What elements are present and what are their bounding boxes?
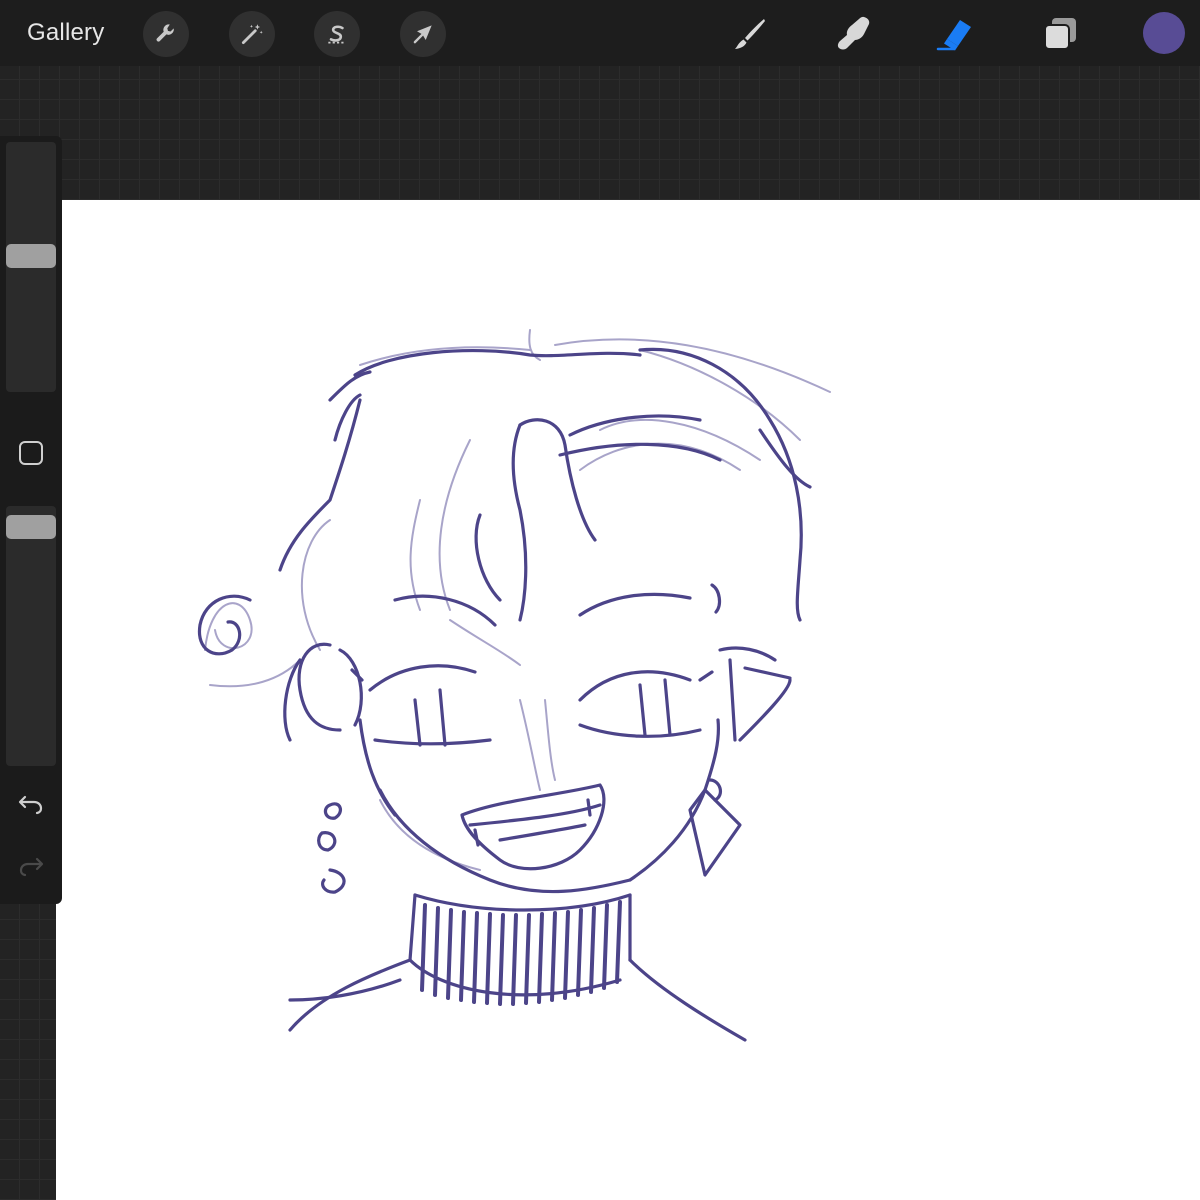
- redo-button[interactable]: [16, 851, 46, 881]
- undo-button[interactable]: [16, 789, 46, 819]
- redo-icon: [19, 857, 44, 877]
- magic-wand-icon: [241, 24, 263, 45]
- drawing-canvas[interactable]: [56, 200, 1200, 1200]
- wrench-icon: [156, 24, 174, 42]
- smudge-tool-button[interactable]: [829, 10, 877, 58]
- opacity-thumb[interactable]: [6, 515, 56, 539]
- selection-button[interactable]: [314, 11, 360, 57]
- color-swatch-button[interactable]: [1143, 12, 1185, 54]
- top-toolbar: Gallery: [0, 0, 1200, 66]
- procreate-workspace: Gallery: [0, 0, 1200, 1200]
- brush-icon: [735, 19, 765, 49]
- gallery-button[interactable]: Gallery: [27, 18, 104, 48]
- layers-button[interactable]: [1036, 10, 1084, 58]
- square-modify-icon: [19, 441, 43, 465]
- smudge-finger-icon: [837, 16, 870, 50]
- left-sidebar: [0, 136, 62, 904]
- modify-button[interactable]: [17, 439, 45, 467]
- layers-icon: [1044, 18, 1076, 50]
- brush-size-slider[interactable]: [6, 142, 56, 392]
- hair-light-strokes: [204, 329, 831, 871]
- brush-size-thumb[interactable]: [6, 244, 56, 268]
- opacity-slider[interactable]: [6, 506, 56, 766]
- actions-button[interactable]: [143, 11, 189, 57]
- main-strokes: [197, 347, 812, 1042]
- transform-button[interactable]: [400, 11, 446, 57]
- turtleneck-ribbing: [420, 900, 622, 1006]
- selection-s-icon: [328, 25, 346, 44]
- adjustments-button[interactable]: [229, 11, 275, 57]
- undo-icon: [18, 795, 43, 815]
- eraser-tool-button[interactable]: [932, 10, 980, 58]
- character-sketch: [197, 329, 831, 1042]
- eraser-icon: [936, 20, 971, 51]
- arrow-cursor-icon: [413, 25, 432, 44]
- brush-tool-button[interactable]: [726, 10, 774, 58]
